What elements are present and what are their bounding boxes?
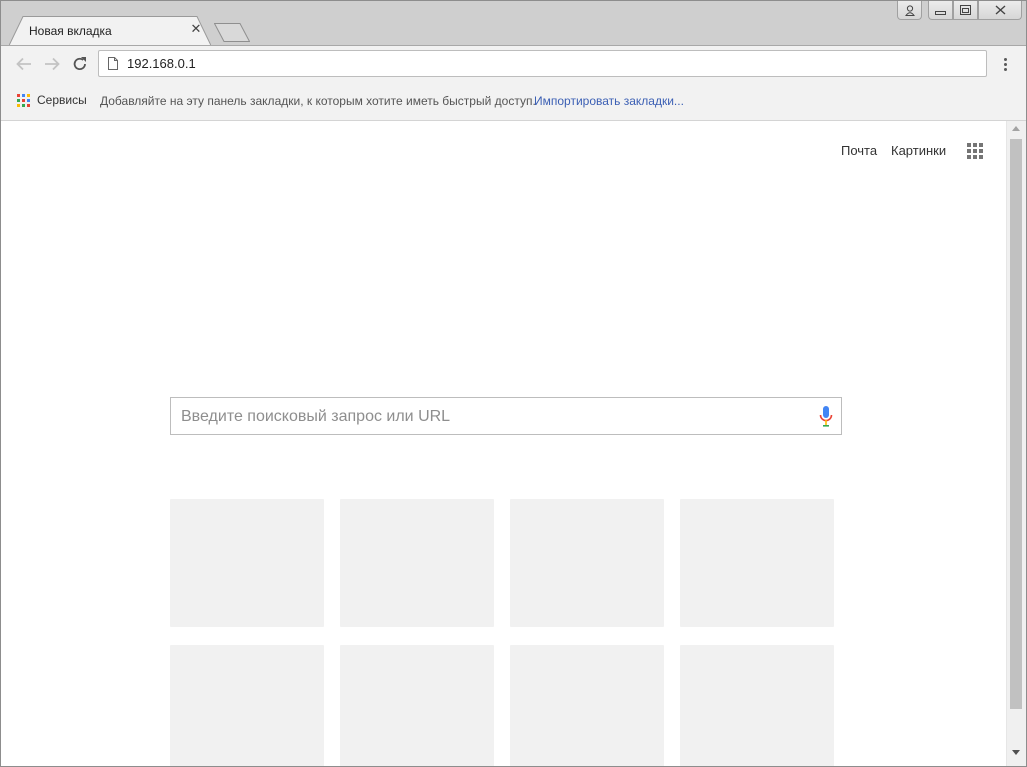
- search-placeholder: Введите поисковый запрос или URL: [181, 408, 451, 425]
- gmail-link[interactable]: Почта: [841, 143, 877, 158]
- page-icon: [108, 57, 118, 70]
- tab-new-tab[interactable]: Новая вкладка ✕: [9, 16, 211, 46]
- apps-grid-icon: [17, 93, 30, 107]
- reload-icon: [73, 57, 86, 70]
- scroll-down-arrow-icon[interactable]: [1012, 750, 1020, 755]
- new-tab-button[interactable]: [214, 23, 250, 42]
- restore-icon: [960, 5, 971, 15]
- scroll-up-arrow-icon[interactable]: [1012, 126, 1020, 131]
- most-visited-tile[interactable]: [170, 645, 324, 766]
- new-tab-page: Почта Картинки Введите поисковый запрос …: [1, 121, 1006, 766]
- bookmarks-hint: Добавляйте на эту панель закладки, к кот…: [100, 94, 536, 108]
- scrollbar-thumb[interactable]: [1010, 139, 1022, 709]
- vertical-scrollbar[interactable]: [1006, 121, 1026, 766]
- most-visited-tile[interactable]: [170, 499, 324, 627]
- back-button[interactable]: [13, 53, 35, 75]
- forward-arrow-icon: [45, 57, 60, 71]
- bookmarks-bar: Сервисы Добавляйте на эту панель закладк…: [1, 81, 1026, 121]
- search-input[interactable]: Введите поисковый запрос или URL: [170, 397, 842, 435]
- minimize-icon: [935, 11, 946, 15]
- restore-button[interactable]: [953, 1, 978, 20]
- most-visited-tile[interactable]: [680, 645, 834, 766]
- most-visited-tile[interactable]: [510, 499, 664, 627]
- most-visited-tile[interactable]: [340, 645, 494, 766]
- profile-button[interactable]: [897, 1, 922, 20]
- microphone-icon[interactable]: [819, 406, 833, 427]
- window-controls: [897, 1, 1022, 21]
- apps-label: Сервисы: [37, 93, 87, 107]
- profile-icon: [904, 4, 915, 16]
- browser-window: Новая вкладка ✕ 192.168.0.1 Сервисы Доба…: [0, 0, 1027, 767]
- google-apps-icon[interactable]: [967, 143, 983, 159]
- back-arrow-icon: [16, 57, 31, 71]
- close-icon: [995, 5, 1005, 15]
- tab-strip: Новая вкладка ✕: [1, 1, 1026, 46]
- close-window-button[interactable]: [978, 1, 1022, 20]
- forward-button[interactable]: [41, 53, 63, 75]
- tab-title: Новая вкладка: [29, 24, 112, 38]
- import-bookmarks-link[interactable]: Импортировать закладки...: [534, 94, 684, 108]
- menu-dots-icon[interactable]: [997, 53, 1013, 75]
- address-bar[interactable]: 192.168.0.1: [98, 50, 987, 77]
- navigation-toolbar: 192.168.0.1: [1, 45, 1026, 81]
- most-visited-tile[interactable]: [340, 499, 494, 627]
- apps-shortcut[interactable]: Сервисы: [17, 93, 87, 107]
- most-visited-tile[interactable]: [680, 499, 834, 627]
- reload-button[interactable]: [69, 53, 91, 75]
- images-link[interactable]: Картинки: [891, 143, 946, 158]
- most-visited-tile[interactable]: [510, 645, 664, 766]
- address-text[interactable]: 192.168.0.1: [127, 56, 196, 71]
- minimize-button[interactable]: [928, 1, 953, 20]
- tab-close-button[interactable]: ✕: [189, 22, 203, 36]
